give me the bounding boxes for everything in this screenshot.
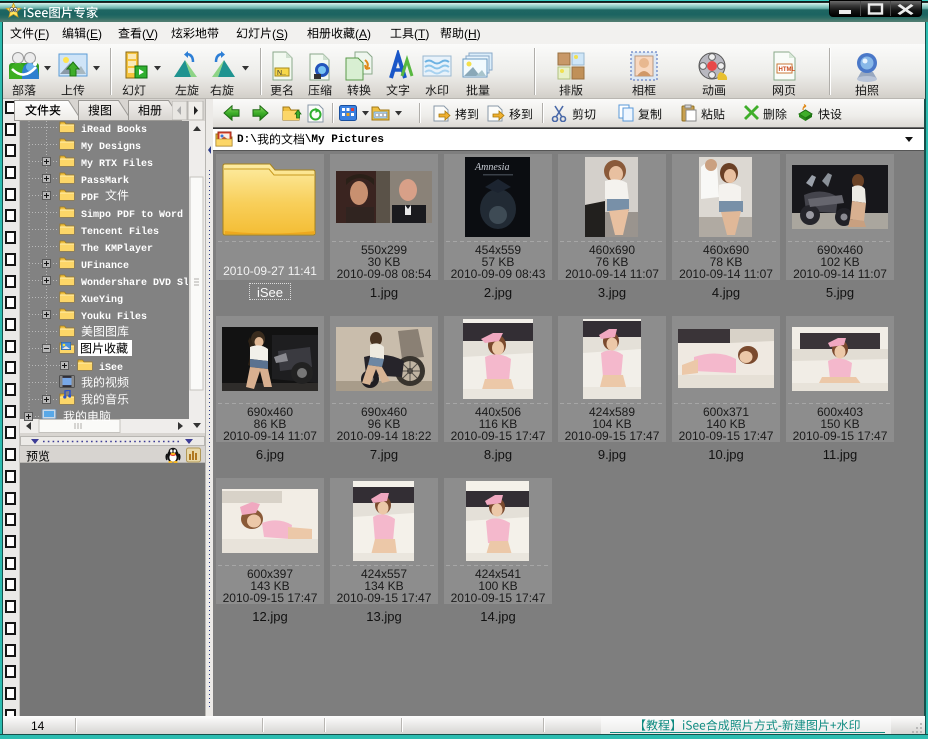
svg-text:N..: N..: [277, 70, 286, 77]
svg-text:HTML: HTML: [779, 67, 796, 73]
svg-text:Amnesia: Amnesia: [474, 162, 509, 173]
